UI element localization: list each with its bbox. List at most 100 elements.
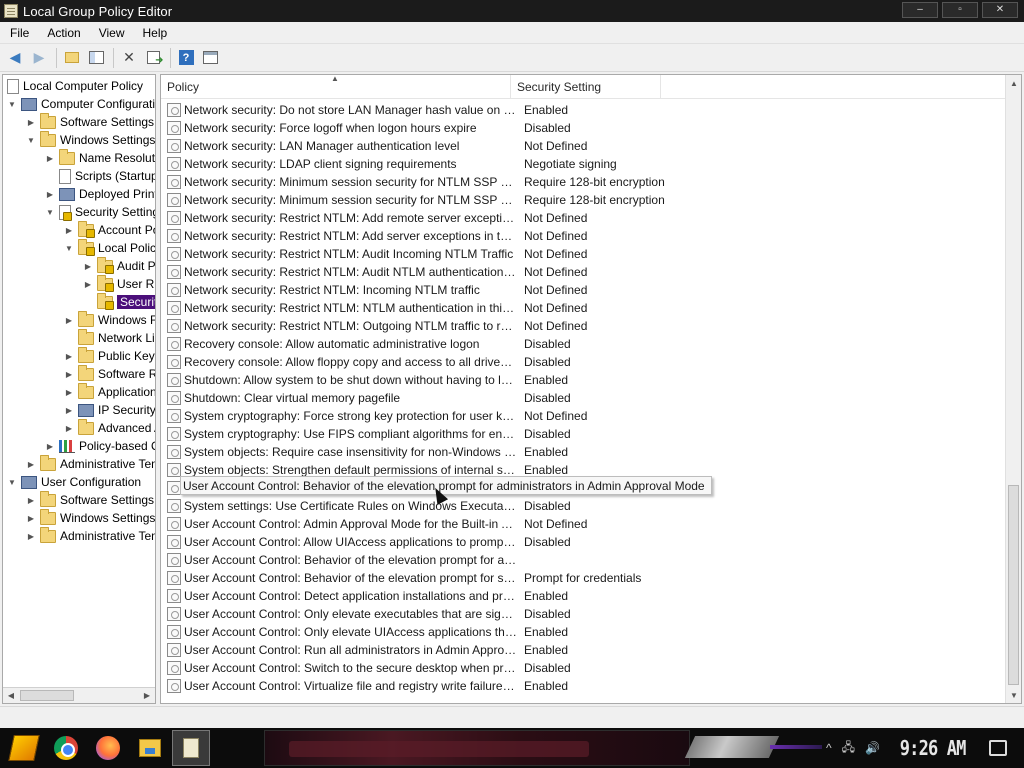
- tree-item[interactable]: ▼ Local Policies: [64, 238, 155, 257]
- tree-item[interactable]: ▶ Software Settings: [26, 490, 154, 509]
- table-row[interactable]: User Account Control: Only elevate UIAcc…: [161, 623, 1006, 641]
- scrollbar-thumb[interactable]: [20, 690, 74, 701]
- table-row[interactable]: Network security: LAN Manager authentica…: [161, 137, 1006, 155]
- console-tree[interactable]: Local Computer Policy ▼ Computer Configura…: [2, 74, 156, 704]
- table-row[interactable]: Network security: Do not store LAN Manag…: [161, 101, 1006, 119]
- close-button[interactable]: ✕: [982, 2, 1018, 18]
- clock[interactable]: 9:26 AM: [900, 736, 967, 760]
- tree-item[interactable]: ▶ Advanced Audit Policy Configuration: [64, 418, 155, 437]
- collapse-arrow-icon[interactable]: ▼: [64, 243, 74, 253]
- table-row[interactable]: Network security: Restrict NTLM: Add ser…: [161, 227, 1006, 245]
- table-row[interactable]: Shutdown: Clear virtual memory pagefile D…: [161, 389, 1006, 407]
- table-row[interactable]: System objects: Require case insensitivi…: [161, 443, 1006, 461]
- expand-arrow-icon[interactable]: ▶: [83, 279, 93, 289]
- expand-arrow-icon[interactable]: ▶: [26, 495, 36, 505]
- expand-arrow-icon[interactable]: ▶: [64, 351, 74, 361]
- expand-arrow-icon[interactable]: ▶: [64, 225, 74, 235]
- tree-item[interactable]: ▶ Windows Settings: [26, 508, 155, 527]
- table-row[interactable]: User Account Control: Admin Approval Mod…: [161, 515, 1006, 533]
- delete-icon[interactable]: ✕: [118, 47, 140, 69]
- tree-item[interactable]: ▶ Audit Policy: [83, 256, 155, 275]
- file-explorer-taskbar-button[interactable]: [132, 730, 168, 766]
- tree-item[interactable]: ▼ Computer Configuration: [7, 95, 155, 113]
- expand-arrow-icon[interactable]: ▶: [26, 117, 36, 127]
- scroll-up-icon[interactable]: ▲: [1006, 75, 1021, 91]
- tree-item[interactable]: ▶ Policy-based QoS: [45, 437, 155, 455]
- expand-arrow-icon[interactable]: ▶: [45, 189, 55, 199]
- table-row[interactable]: Network security: Restrict NTLM: Incomin…: [161, 281, 1006, 299]
- scroll-left-icon[interactable]: ◀: [3, 688, 19, 703]
- forward-arrow-icon[interactable]: ▶: [28, 47, 50, 69]
- tree-item[interactable]: ▼ User Configuration: [7, 473, 141, 491]
- table-row[interactable]: Network security: Minimum session securi…: [161, 191, 1006, 209]
- up-folder-icon[interactable]: [61, 47, 83, 69]
- policy-list[interactable]: Policy ▲ Security Setting Network securi…: [160, 74, 1022, 704]
- expand-arrow-icon[interactable]: ▶: [26, 513, 36, 523]
- tree-item[interactable]: ▶ Deployed Printers: [45, 185, 155, 203]
- table-row[interactable]: Shutdown: Allow system to be shut down w…: [161, 371, 1006, 389]
- show-hide-tree-icon[interactable]: [85, 47, 107, 69]
- tree-item[interactable]: Network List Manager Policies: [64, 328, 155, 347]
- tree-item[interactable]: ▶ Application Control Policies: [64, 382, 155, 401]
- menu-view[interactable]: View: [89, 26, 133, 40]
- tree-item[interactable]: Local Computer Policy: [7, 77, 143, 95]
- collapse-arrow-icon[interactable]: ▼: [26, 135, 36, 145]
- expand-arrow-icon[interactable]: ▶: [45, 441, 55, 451]
- volume-icon[interactable]: 🔊: [865, 741, 880, 755]
- menu-file[interactable]: File: [0, 26, 37, 40]
- expand-arrow-icon[interactable]: ▶: [45, 153, 55, 163]
- menu-help[interactable]: Help: [133, 26, 176, 40]
- tree-item[interactable]: ▶ User Rights Assignment: [83, 274, 155, 293]
- tree-item[interactable]: ▶ Administrative Templates: [26, 526, 155, 545]
- maximize-button[interactable]: ▫: [942, 2, 978, 18]
- notifications-icon[interactable]: [989, 740, 1008, 756]
- vertical-scrollbar[interactable]: ▲ ▼: [1005, 75, 1021, 703]
- expand-arrow-icon[interactable]: ▶: [64, 387, 74, 397]
- expand-arrow-icon[interactable]: ▶: [26, 531, 36, 541]
- menu-action[interactable]: Action: [37, 26, 88, 40]
- tree-horizontal-scrollbar[interactable]: ◀ ▶: [3, 687, 155, 703]
- tree-item[interactable]: ▼ Windows Settings: [26, 130, 155, 149]
- expand-arrow-icon[interactable]: ▶: [64, 315, 74, 325]
- network-icon[interactable]: 🖧: [842, 738, 855, 759]
- chrome-taskbar-button[interactable]: [48, 730, 84, 766]
- table-row[interactable]: Network security: Restrict NTLM: Add rem…: [161, 209, 1006, 227]
- table-row[interactable]: Network security: LDAP client signing re…: [161, 155, 1006, 173]
- expand-arrow-icon[interactable]: ▶: [64, 405, 74, 415]
- help-icon[interactable]: ?: [175, 47, 197, 69]
- expand-arrow-icon[interactable]: ▶: [64, 423, 74, 433]
- table-row[interactable]: User Account Control: Only elevate execu…: [161, 605, 1006, 623]
- minimize-button[interactable]: –: [902, 2, 938, 18]
- firefox-taskbar-button[interactable]: [90, 730, 126, 766]
- tree-item[interactable]: ▶ Windows Firewall with Advanced Security: [64, 310, 155, 329]
- tree-item[interactable]: ▶ Name Resolution Policy: [45, 148, 155, 167]
- tree-item[interactable]: ▶ Software Restriction Policies: [64, 364, 155, 383]
- table-row[interactable]: Network security: Restrict NTLM: Audit I…: [161, 245, 1006, 263]
- tree-item[interactable]: Scripts (Startup/Shutdown): [45, 167, 155, 185]
- table-row[interactable]: Network security: Restrict NTLM: Audit N…: [161, 263, 1006, 281]
- expand-arrow-icon[interactable]: ▶: [26, 459, 36, 469]
- scroll-down-icon[interactable]: ▼: [1006, 687, 1021, 703]
- table-row[interactable]: Network security: Minimum session securi…: [161, 173, 1006, 191]
- table-row[interactable]: System cryptography: Force strong key pr…: [161, 407, 1006, 425]
- expand-arrow-icon[interactable]: ▶: [64, 369, 74, 379]
- expand-arrow-icon[interactable]: ▶: [83, 261, 93, 271]
- tree-item[interactable]: ▶ IP Security Policies on Local Computer: [64, 401, 155, 419]
- table-row[interactable]: System cryptography: Use FIPS compliant …: [161, 425, 1006, 443]
- collapse-arrow-icon[interactable]: ▼: [7, 477, 17, 487]
- table-row[interactable]: User Account Control: Allow UIAccess app…: [161, 533, 1006, 551]
- group-policy-editor-taskbar-button[interactable]: [172, 730, 210, 766]
- properties-icon[interactable]: [199, 47, 221, 69]
- table-row[interactable]: User Account Control: Behavior of the el…: [161, 569, 1006, 587]
- table-row[interactable]: Network security: Restrict NTLM: NTLM au…: [161, 299, 1006, 317]
- tree-item[interactable]: ▶ Administrative Templates: [26, 454, 155, 473]
- tree-item[interactable]: ▼ Security Settings: [45, 203, 155, 221]
- tree-item[interactable]: ▶ Software Settings: [26, 112, 154, 131]
- tree-item[interactable]: Security Options: [83, 292, 155, 311]
- table-row[interactable]: User Account Control: Behavior of the el…: [161, 551, 1006, 569]
- table-row[interactable]: Network security: Restrict NTLM: Outgoin…: [161, 317, 1006, 335]
- table-row[interactable]: Recovery console: Allow floppy copy and …: [161, 353, 1006, 371]
- table-row[interactable]: User Account Control: Run all administra…: [161, 641, 1006, 659]
- collapse-arrow-icon[interactable]: ▼: [45, 207, 55, 217]
- export-list-icon[interactable]: ➜: [142, 47, 164, 69]
